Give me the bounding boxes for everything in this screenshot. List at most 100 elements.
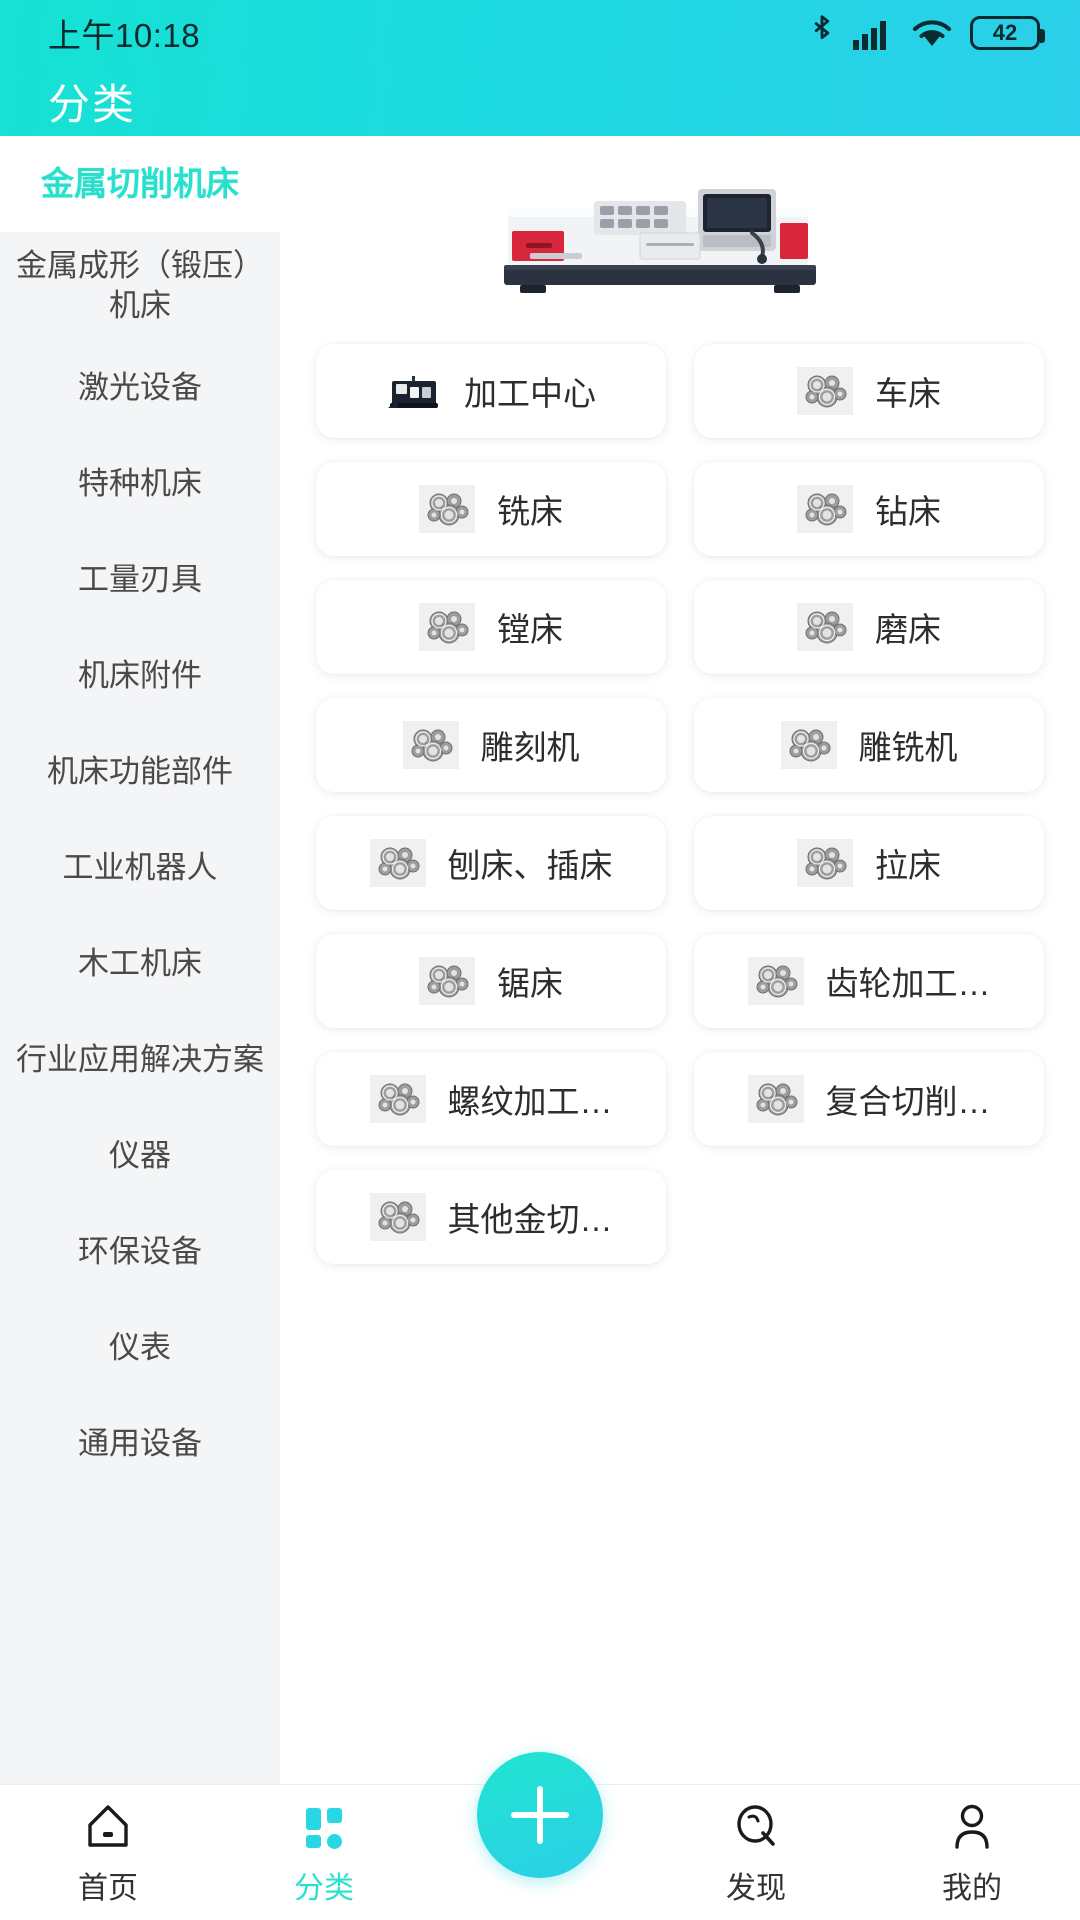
- category-card-label: 其他金切…: [447, 1201, 613, 1238]
- category-card-label: 复合切削…: [825, 1083, 991, 1120]
- category-card[interactable]: 镗床: [316, 580, 666, 674]
- sidebar-item-12[interactable]: 仪表: [0, 1301, 280, 1397]
- cellular-signal-icon: [853, 21, 886, 50]
- category-sidebar[interactable]: 金属切削机床金属成形（锻压）机床激光设备特种机床工量刃具机床附件机床功能部件 工业…: [0, 136, 280, 1920]
- gear-parts-icon: [797, 603, 853, 651]
- category-card[interactable]: 车床: [694, 344, 1044, 438]
- category-card[interactable]: 雕铣机: [694, 698, 1044, 792]
- category-card[interactable]: 复合切削…: [694, 1052, 1044, 1146]
- tab-profile[interactable]: 我的: [864, 1785, 1080, 1920]
- category-card[interactable]: 雕刻机: [316, 698, 666, 792]
- sidebar-item-label: 木工机床: [78, 946, 202, 982]
- tab-categories-label: 分类: [294, 1871, 354, 1905]
- sidebar-item-9[interactable]: 行业应用解决方案: [0, 1013, 280, 1109]
- category-card[interactable]: 钻床: [694, 462, 1044, 556]
- category-card[interactable]: 加工中心: [316, 344, 666, 438]
- add-fab-button[interactable]: [477, 1752, 603, 1878]
- sidebar-item-label: 机床功能部件: [47, 754, 233, 790]
- gear-parts-icon: [797, 603, 853, 651]
- category-card-label: 雕铣机: [858, 729, 958, 766]
- bluetooth-icon: [814, 15, 830, 40]
- sidebar-item-label: 仪器: [109, 1138, 171, 1174]
- gear-parts-icon: [797, 485, 853, 533]
- gear-parts-icon: [369, 1075, 426, 1123]
- wifi-icon: [913, 20, 951, 46]
- user-profile-icon: [955, 1804, 989, 1849]
- sidebar-item-11[interactable]: 环保设备: [0, 1205, 280, 1301]
- tab-home[interactable]: 首页: [0, 1785, 216, 1920]
- gear-parts-icon: [747, 1075, 804, 1123]
- tab-discover[interactable]: 发现: [648, 1785, 864, 1920]
- gear-parts-icon: [780, 721, 837, 769]
- gear-parts-icon: [797, 485, 853, 533]
- content-area: 金属切削机床金属成形（锻压）机床激光设备特种机床工量刃具机床附件机床功能部件 工业…: [0, 136, 1080, 1920]
- gear-parts-icon: [780, 721, 837, 769]
- bottom-tab-bar[interactable]: 首页 分类 发现 我的: [0, 1752, 1080, 1920]
- sidebar-item-3[interactable]: 特种机床: [0, 437, 280, 533]
- sidebar-item-label: 激光设备: [78, 370, 202, 406]
- gear-parts-icon: [747, 1075, 804, 1123]
- sidebar-item-label: 行业应用解决方案: [16, 1042, 264, 1078]
- battery-level: 42: [992, 20, 1018, 45]
- category-card-label: 锯床: [497, 965, 563, 1002]
- gear-parts-icon: [369, 1193, 426, 1241]
- category-card[interactable]: 磨床: [694, 580, 1044, 674]
- sidebar-item-label: 机床附件: [78, 658, 202, 694]
- sidebar-item-label: 环保设备: [78, 1234, 202, 1270]
- gear-parts-icon: [369, 839, 426, 887]
- cnc-lathe-machine-photo: [504, 189, 816, 293]
- sidebar-item-1[interactable]: 金属成形（锻压）机床: [0, 232, 280, 341]
- sidebar-item-label: 仪表: [109, 1330, 171, 1366]
- gear-parts-icon: [402, 721, 459, 769]
- sidebar-item-label: 工量刃具: [78, 562, 202, 598]
- category-card[interactable]: 其他金切…: [316, 1170, 666, 1264]
- gear-parts-icon: [369, 1075, 426, 1123]
- sidebar-item-13[interactable]: 通用设备: [0, 1397, 280, 1493]
- category-card[interactable]: 锯床: [316, 934, 666, 1028]
- category-card-label: 拉床: [875, 847, 941, 884]
- sidebar-item-7[interactable]: 工业机器人: [0, 821, 280, 917]
- category-card-label: 刨床、插床: [447, 847, 613, 884]
- app-header: 分类: [0, 66, 1080, 136]
- sidebar-item-10[interactable]: 仪器: [0, 1109, 280, 1205]
- discover-compass-icon: [737, 1804, 775, 1846]
- category-card-label: 螺纹加工…: [447, 1083, 613, 1120]
- status-bar: 上午10:18 42: [0, 0, 1080, 66]
- gear-parts-icon: [747, 957, 804, 1005]
- category-card-grid: 加工中心 车床铣床 钻床镗床 磨床雕刻机 雕铣机刨床、插床 拉床锯床 齿轮加工… 螺纹加工… 复…: [306, 336, 1054, 1288]
- sidebar-item-4[interactable]: 工量刃具: [0, 533, 280, 629]
- category-card[interactable]: 铣床: [316, 462, 666, 556]
- sidebar-item-6[interactable]: 机床功能部件: [0, 725, 280, 821]
- gear-parts-icon: [419, 603, 475, 651]
- category-card[interactable]: 拉床: [694, 816, 1044, 910]
- gear-parts-icon: [402, 721, 459, 769]
- category-card[interactable]: 螺纹加工…: [316, 1052, 666, 1146]
- battery-icon: 42: [970, 16, 1045, 50]
- category-card[interactable]: 刨床、插床: [316, 816, 666, 910]
- gear-parts-icon: [419, 603, 475, 651]
- sidebar-item-8[interactable]: 木工机床: [0, 917, 280, 1013]
- category-card-label: 铣床: [497, 493, 563, 530]
- sidebar-item-label: 金属切削机床: [41, 165, 239, 203]
- tab-home-label: 首页: [78, 1871, 138, 1905]
- category-card-label: 加工中心: [464, 375, 596, 412]
- category-card-label: 雕刻机: [480, 729, 580, 766]
- sidebar-item-label: 工业机器人: [62, 850, 218, 886]
- machining-center-photo-icon: [386, 367, 442, 415]
- page-title: 分类: [48, 80, 137, 128]
- gear-parts-icon: [419, 485, 475, 533]
- gear-parts-icon: [419, 485, 475, 533]
- category-card[interactable]: 齿轮加工…: [694, 934, 1044, 1028]
- banner-product-image: [306, 136, 1054, 336]
- category-card-label: 车床: [875, 375, 941, 412]
- grid-categories-icon: [306, 1807, 342, 1849]
- gear-parts-icon: [369, 839, 426, 887]
- sidebar-item-5[interactable]: 机床附件: [0, 629, 280, 725]
- sidebar-item-label: 金属成形（锻压）机床: [16, 248, 264, 324]
- sidebar-item-0[interactable]: 金属切削机床: [0, 136, 280, 232]
- sidebar-item-2[interactable]: 激光设备: [0, 341, 280, 437]
- category-card-label: 镗床: [497, 611, 563, 648]
- tab-profile-label: 我的: [942, 1871, 1002, 1905]
- gear-parts-icon: [369, 1193, 426, 1241]
- tab-categories[interactable]: 分类: [216, 1785, 432, 1920]
